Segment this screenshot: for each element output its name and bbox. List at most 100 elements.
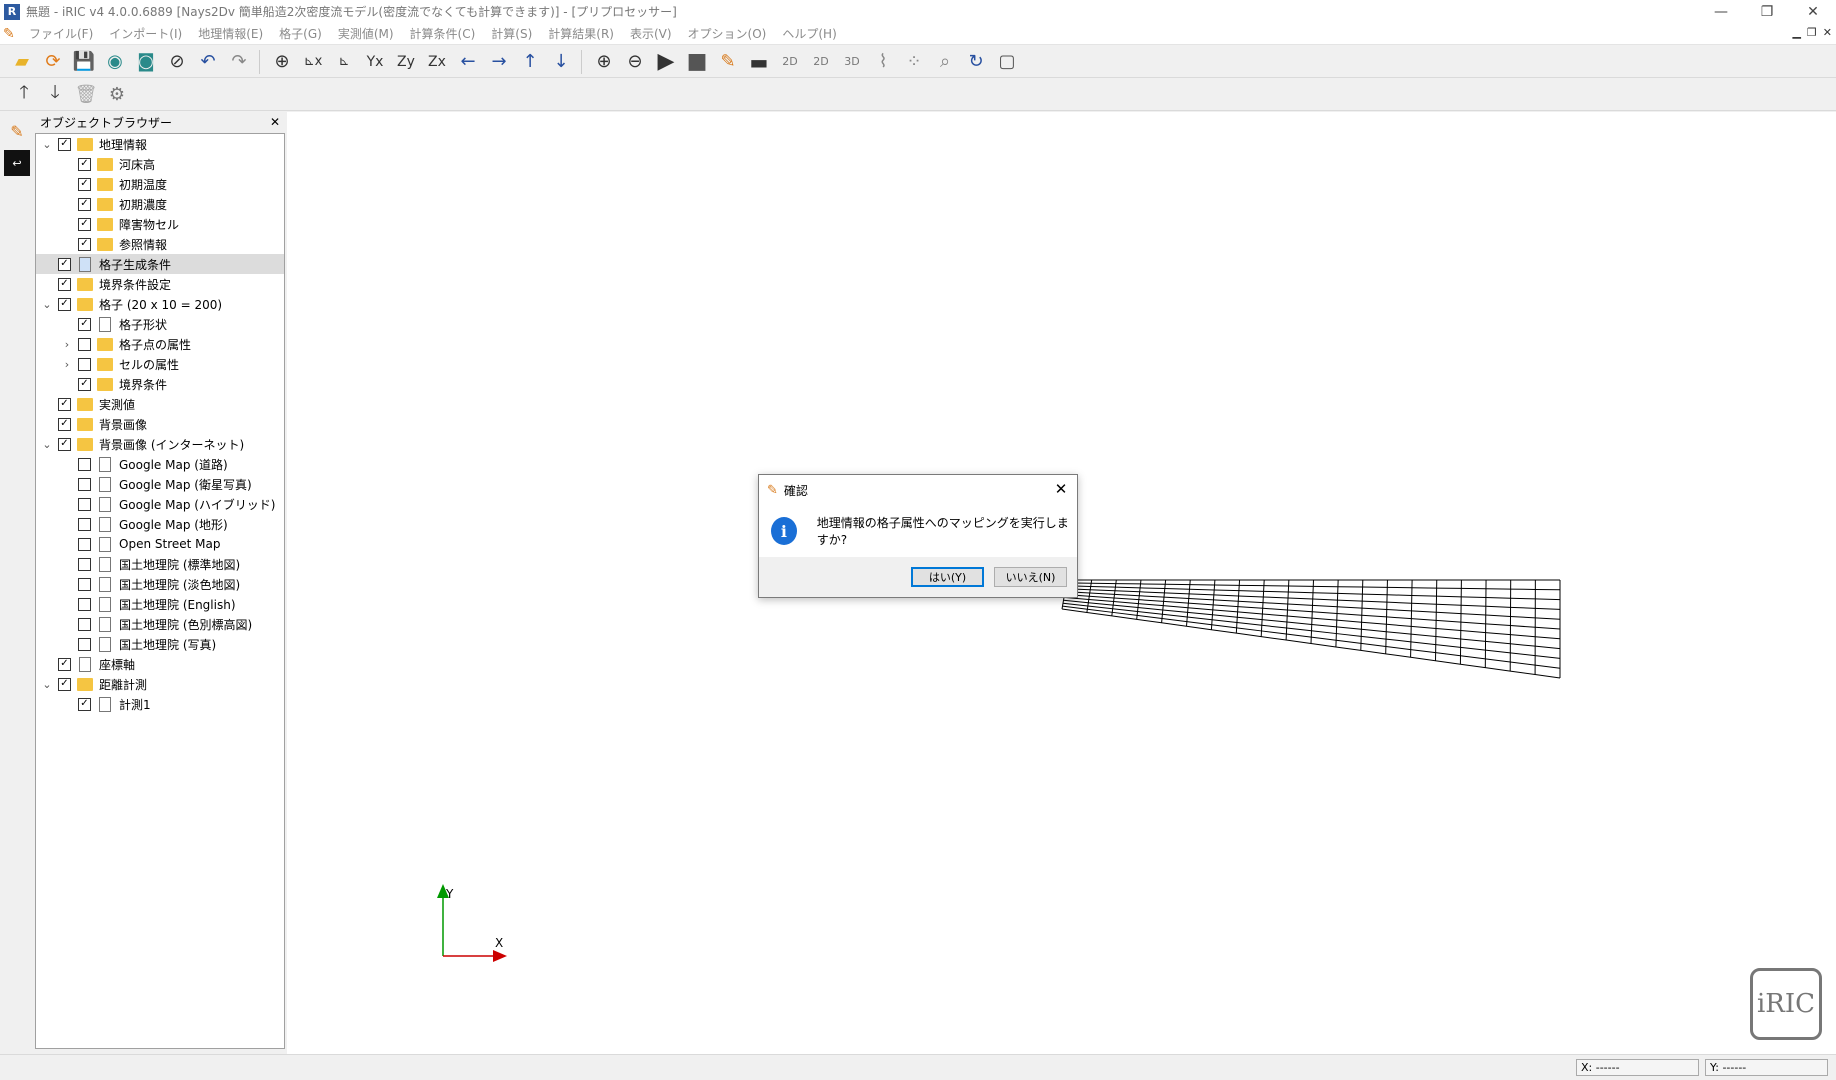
tree-item[interactable]: ⌄ ✓ 距離計測 [36, 674, 284, 694]
view-yx-icon[interactable]: Yx [361, 48, 389, 76]
search-graph-icon[interactable]: ⌕ [931, 48, 959, 76]
tree-item-checkbox[interactable]: ✓ [78, 177, 91, 191]
tree-item-checkbox[interactable]: ✓ [78, 697, 91, 711]
zoom-in-icon[interactable]: ⊕ [590, 48, 618, 76]
tree-item-checkbox[interactable]: ✓ [58, 397, 71, 411]
tree-item[interactable]: 国土地理院 (淡色地図) [36, 574, 284, 594]
tree-item[interactable]: ✓ 背景画像 [36, 414, 284, 434]
arrow-up-icon[interactable]: ↑ [516, 48, 544, 76]
pencil-icon[interactable]: ✎ [714, 48, 742, 76]
tree-item[interactable]: ⌄ ✓ 地理情報 [36, 134, 284, 154]
tree-item-checkbox[interactable]: ✓ [78, 197, 91, 211]
tree-item[interactable]: 国土地理院 (写真) [36, 634, 284, 654]
tree-item[interactable]: 国土地理院 (色別標高図) [36, 614, 284, 634]
yes-button[interactable]: はい(Y) [911, 567, 984, 587]
console-dock-icon[interactable]: ↩ [4, 150, 30, 176]
tree-item-checkbox[interactable] [78, 617, 91, 631]
snapshot-copy-icon[interactable]: ◙ [132, 48, 160, 76]
tree-item-checkbox[interactable]: ✓ [58, 257, 71, 271]
object-browser-close-button[interactable]: ✕ [270, 115, 280, 129]
scatter-icon[interactable]: ⁘ [900, 48, 928, 76]
tree-item-checkbox[interactable]: ✓ [58, 657, 71, 671]
tree-item-checkbox[interactable] [78, 577, 91, 591]
tree-item[interactable]: Google Map (道路) [36, 454, 284, 474]
chevron-right-icon[interactable]: › [60, 358, 74, 371]
tree-item[interactable]: 国土地理院 (English) [36, 594, 284, 614]
menu-geodata[interactable]: 地理情報(E) [190, 25, 271, 42]
tree-item[interactable]: ✓ 境界条件 [36, 374, 284, 394]
axis-xy-icon[interactable]: ⊾ [330, 48, 358, 76]
dialog-close-button[interactable]: ✕ [1051, 479, 1071, 499]
tree-item[interactable]: ✓ 座標軸 [36, 654, 284, 674]
tree-item[interactable]: 国土地理院 (標準地図) [36, 554, 284, 574]
terminal-icon[interactable]: ▬ [745, 48, 773, 76]
mouse-icon[interactable]: ▢ [993, 48, 1021, 76]
open-folder-icon[interactable]: ▰ [8, 48, 36, 76]
tree-item-checkbox[interactable] [78, 637, 91, 651]
delete-icon[interactable]: 🗑 [72, 81, 100, 109]
tree-item-checkbox[interactable]: ✓ [58, 297, 71, 311]
tree-item-checkbox[interactable]: ✓ [78, 237, 91, 251]
tree-item[interactable]: ✓ 計測1 [36, 694, 284, 714]
tree-item[interactable]: Google Map (衛星写真) [36, 474, 284, 494]
arrow-right-icon[interactable]: → [485, 48, 513, 76]
save-icon[interactable]: 💾 [70, 48, 98, 76]
mdi-close-icon[interactable]: ✕ [1823, 26, 1832, 39]
tree-item-checkbox[interactable] [78, 597, 91, 611]
tree-item-checkbox[interactable]: ✓ [58, 137, 71, 151]
post-2d-icon[interactable]: 2D [776, 48, 804, 76]
chevron-down-icon[interactable]: ⌄ [40, 438, 54, 451]
pencil-dock-icon[interactable]: ✎ [4, 118, 30, 144]
stop-icon[interactable]: ■ [683, 48, 711, 76]
no-button[interactable]: いいえ(N) [994, 567, 1067, 587]
menu-help[interactable]: ヘルプ(H) [774, 25, 844, 42]
tree-item-checkbox[interactable]: ✓ [58, 277, 71, 291]
tree-item-checkbox[interactable] [78, 557, 91, 571]
settings-icon[interactable]: ⚙ [103, 81, 131, 109]
snapshot-icon[interactable]: ◉ [101, 48, 129, 76]
menu-results[interactable]: 計算結果(R) [540, 25, 622, 42]
tree-item-checkbox[interactable]: ✓ [78, 217, 91, 231]
menu-calc-condition[interactable]: 計算条件(C) [402, 25, 484, 42]
view-zy-icon[interactable]: Zy [392, 48, 420, 76]
tree-item[interactable]: Open Street Map [36, 534, 284, 554]
tree-item[interactable]: › セルの属性 [36, 354, 284, 374]
reload-icon[interactable]: ⟳ [39, 48, 67, 76]
no-entry-icon[interactable]: ⊘ [163, 48, 191, 76]
tree-item-checkbox[interactable]: ✓ [58, 437, 71, 451]
tree-item-checkbox[interactable] [78, 337, 91, 351]
menu-import[interactable]: インポート(I) [101, 25, 190, 42]
tree-item-checkbox[interactable]: ✓ [78, 377, 91, 391]
mdi-restore-icon[interactable]: ❐ [1807, 26, 1817, 39]
tree-item[interactable]: ✓ 障害物セル [36, 214, 284, 234]
tree-item[interactable]: Google Map (ハイブリッド) [36, 494, 284, 514]
arrow-left-icon[interactable]: ← [454, 48, 482, 76]
move-down-icon[interactable]: 🡓 [41, 81, 69, 109]
chevron-right-icon[interactable]: › [60, 338, 74, 351]
view-zx-icon[interactable]: Zx [423, 48, 451, 76]
chevron-down-icon[interactable]: ⌄ [40, 678, 54, 691]
tree-item[interactable]: ✓ 初期濃度 [36, 194, 284, 214]
tree-item-checkbox[interactable]: ✓ [78, 157, 91, 171]
mdi-minimize-icon[interactable]: ▁ [1792, 26, 1800, 39]
axis-x-icon[interactable]: ⊾x [299, 48, 327, 76]
menu-file[interactable]: ファイル(F) [21, 25, 101, 42]
tree-item[interactable]: ✓ 境界条件設定 [36, 274, 284, 294]
tree-item[interactable]: Google Map (地形) [36, 514, 284, 534]
tree-item[interactable]: › 格子点の属性 [36, 334, 284, 354]
restore-button[interactable]: ❐ [1744, 0, 1790, 23]
chevron-down-icon[interactable]: ⌄ [40, 298, 54, 311]
menu-options[interactable]: オプション(O) [680, 25, 775, 42]
refresh-icon[interactable]: ↻ [962, 48, 990, 76]
arrow-down-icon[interactable]: ↓ [547, 48, 575, 76]
post-3d-icon[interactable]: 3D [838, 48, 866, 76]
tree-item[interactable]: ⌄ ✓ 格子 (20 x 10 = 200) [36, 294, 284, 314]
chevron-down-icon[interactable]: ⌄ [40, 138, 54, 151]
tree-item-checkbox[interactable]: ✓ [58, 417, 71, 431]
tree-item[interactable]: ✓ 河床高 [36, 154, 284, 174]
menu-grid[interactable]: 格子(G) [271, 25, 330, 42]
tree-item-checkbox[interactable] [78, 537, 91, 551]
tree-item-checkbox[interactable] [78, 457, 91, 471]
menu-view[interactable]: 表示(V) [622, 25, 680, 42]
minimize-button[interactable]: — [1698, 0, 1744, 23]
